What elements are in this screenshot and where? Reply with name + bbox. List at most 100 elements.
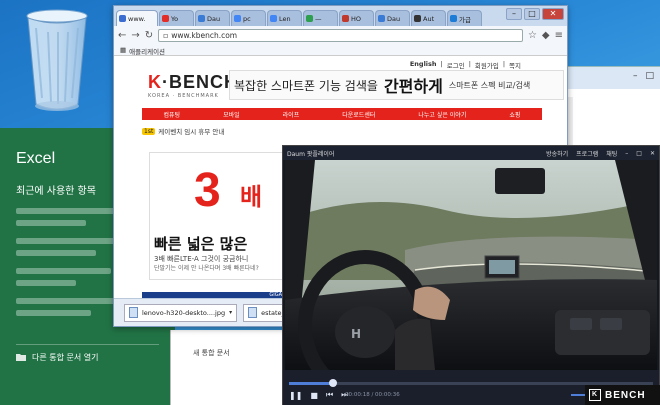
banner-mid: 간편하게 — [383, 77, 443, 96]
tab-favicon-icon — [378, 15, 385, 22]
video-frame[interactable]: H — [285, 160, 657, 370]
recent-item[interactable] — [16, 310, 91, 316]
site-nav-item[interactable]: 라이프 — [283, 110, 300, 119]
recent-item[interactable] — [16, 298, 121, 304]
back-icon[interactable]: ← — [118, 30, 126, 41]
apps-icon[interactable]: ▦ — [120, 46, 126, 54]
pause-icon[interactable]: ❚❚ — [289, 391, 302, 400]
logo-text: ·BENCH — [162, 72, 238, 92]
lte-ad[interactable]: 3 배 빠른 넓은 많은 3배 빠른LTE-A 그것이 궁금하니 단말기는 이제… — [149, 152, 294, 280]
minimize-button[interactable]: – — [506, 8, 522, 20]
browser-tab[interactable]: Len — [267, 10, 302, 26]
logo-subtitle: KOREA · BENCHMARK — [148, 93, 219, 99]
site-nav-item[interactable]: 쇼핑 — [509, 110, 520, 119]
browser-tab[interactable]: Dau — [375, 10, 410, 26]
notice-text: 케이벤치 임시 휴무 안내 — [158, 128, 225, 136]
star-icon[interactable]: ☆ — [528, 30, 537, 41]
excel-title: Excel — [16, 150, 56, 167]
tab-favicon-icon — [234, 15, 241, 22]
toplink-message[interactable]: 쪽지 — [509, 60, 521, 70]
forward-icon[interactable]: → — [131, 30, 139, 41]
bookmark-apps[interactable]: 애플리케이션 — [129, 46, 165, 56]
browser-tab[interactable]: Dau — [195, 10, 230, 26]
recent-items-heading: 최근에 사용한 항목 — [16, 186, 96, 197]
browser-tab[interactable]: 가급 — [447, 10, 482, 26]
recent-item[interactable] — [16, 280, 76, 286]
recycle-bin-icon[interactable] — [22, 8, 92, 120]
recent-item[interactable] — [16, 208, 116, 214]
menu-icon[interactable]: ≡ — [555, 30, 563, 41]
notice-badge-icon: 1st — [142, 127, 156, 135]
player-brand[interactable]: Daum 팟플레이어 — [287, 149, 334, 158]
recent-item[interactable] — [16, 238, 126, 244]
player-titlebar: Daum 팟플레이어 방송하기 프로그램 채팅 – □ ✕ — [283, 146, 659, 160]
minimize-icon[interactable]: – — [625, 150, 628, 157]
prev-icon[interactable]: ⏮ — [326, 390, 333, 400]
maximize-icon[interactable]: □ — [645, 71, 654, 83]
tab-label: HO — [351, 14, 362, 23]
new-workbook-label[interactable]: 새 통합 문서 — [193, 348, 230, 358]
tab-label: Yo — [171, 14, 179, 23]
chevron-down-icon[interactable]: ▾ — [229, 309, 232, 316]
seek-progress — [289, 382, 333, 385]
browser-tab[interactable]: www. — [116, 10, 158, 26]
tab-label: Dau — [207, 14, 221, 23]
site-nav-item[interactable]: 모바일 — [223, 110, 240, 119]
browser-tab[interactable]: pc — [231, 10, 266, 26]
tab-favicon-icon — [450, 15, 457, 22]
tab-label: 가급 — [459, 15, 471, 24]
tab-favicon-icon — [270, 15, 277, 22]
tab-favicon-icon — [162, 15, 169, 22]
window-controls: – □ ✕ — [506, 8, 564, 20]
open-other-workbook-link[interactable]: 다른 통합 문서 열기 — [16, 352, 99, 363]
tab-favicon-icon — [306, 15, 313, 22]
site-toplinks: English | 로그인 | 회원가입 | 쪽지 — [409, 60, 521, 70]
download-item[interactable]: lenovo-h320-deskto....jpg ▾ — [124, 303, 238, 322]
extension-icon[interactable]: ◆ — [542, 30, 550, 41]
divider — [16, 344, 159, 345]
browser-tab[interactable]: Yo — [159, 10, 194, 26]
site-nav-item[interactable]: 컴퓨팅 — [164, 110, 181, 119]
browser-tab[interactable]: — — [303, 10, 338, 26]
video-player-window: Daum 팟플레이어 방송하기 프로그램 채팅 – □ ✕ H ❚❚ ■ ⏮ ⏭… — [282, 145, 660, 405]
recent-item[interactable] — [16, 250, 96, 256]
recent-item[interactable] — [16, 220, 86, 226]
file-icon — [129, 307, 138, 318]
close-button[interactable]: ✕ — [542, 8, 564, 20]
seek-handle[interactable] — [328, 379, 337, 387]
tab-label: Len — [279, 14, 291, 23]
browser-tab[interactable]: Aut — [411, 10, 446, 26]
site-logo[interactable]: K·BENCH KOREA · BENCHMARK — [148, 72, 238, 99]
logo-k: K — [148, 72, 162, 92]
minimize-icon[interactable]: – — [633, 71, 638, 83]
broadcast-button[interactable]: 방송하기 — [546, 149, 568, 158]
tab-label: pc — [243, 14, 251, 23]
toplink-english[interactable]: English — [410, 60, 437, 70]
recent-item[interactable] — [16, 268, 111, 274]
excel-sheet-fragment: 새 통합 문서 — [170, 330, 290, 405]
reload-icon[interactable]: ↻ — [145, 30, 153, 41]
chat-button[interactable]: 채팅 — [606, 149, 617, 158]
stop-icon[interactable]: ■ — [310, 391, 318, 400]
program-button[interactable]: 프로그램 — [576, 149, 598, 158]
address-bar[interactable]: ▫ www.kbench.com — [158, 28, 523, 42]
toplink-signup[interactable]: 회원가입 — [475, 60, 499, 70]
tab-label: — — [315, 14, 322, 23]
ad-subtitle-2: 단말기는 이제 안 나온다며 3배 빠른다네? — [154, 265, 259, 272]
maximize-icon[interactable]: □ — [636, 150, 642, 157]
url-text: www.kbench.com — [171, 30, 238, 40]
notice[interactable]: 1st 케이벤치 임시 휴무 안내 — [142, 126, 224, 136]
site-nav-item[interactable]: 다운로드센터 — [342, 110, 375, 119]
page-icon: ▫ — [163, 30, 169, 40]
ad-slogan: 빠른 넓은 많은 — [154, 235, 248, 253]
browser-tab[interactable]: HO — [339, 10, 374, 26]
folder-icon — [16, 353, 26, 363]
site-nav-item[interactable]: 나누고 싶은 이야기 — [418, 110, 466, 119]
watermark-mark: K — [589, 389, 601, 401]
tab-favicon-icon — [342, 15, 349, 22]
banner-right: 스마트폰 스펙 비교/검색 — [448, 80, 531, 90]
maximize-button[interactable]: □ — [524, 8, 540, 20]
top-banner-ad[interactable]: 복잡한 스마트폰 기능 검색을 간편하게 스마트폰 스펙 비교/검색 — [229, 70, 564, 100]
toplink-login[interactable]: 로그인 — [447, 60, 465, 70]
close-icon[interactable]: ✕ — [650, 150, 655, 157]
